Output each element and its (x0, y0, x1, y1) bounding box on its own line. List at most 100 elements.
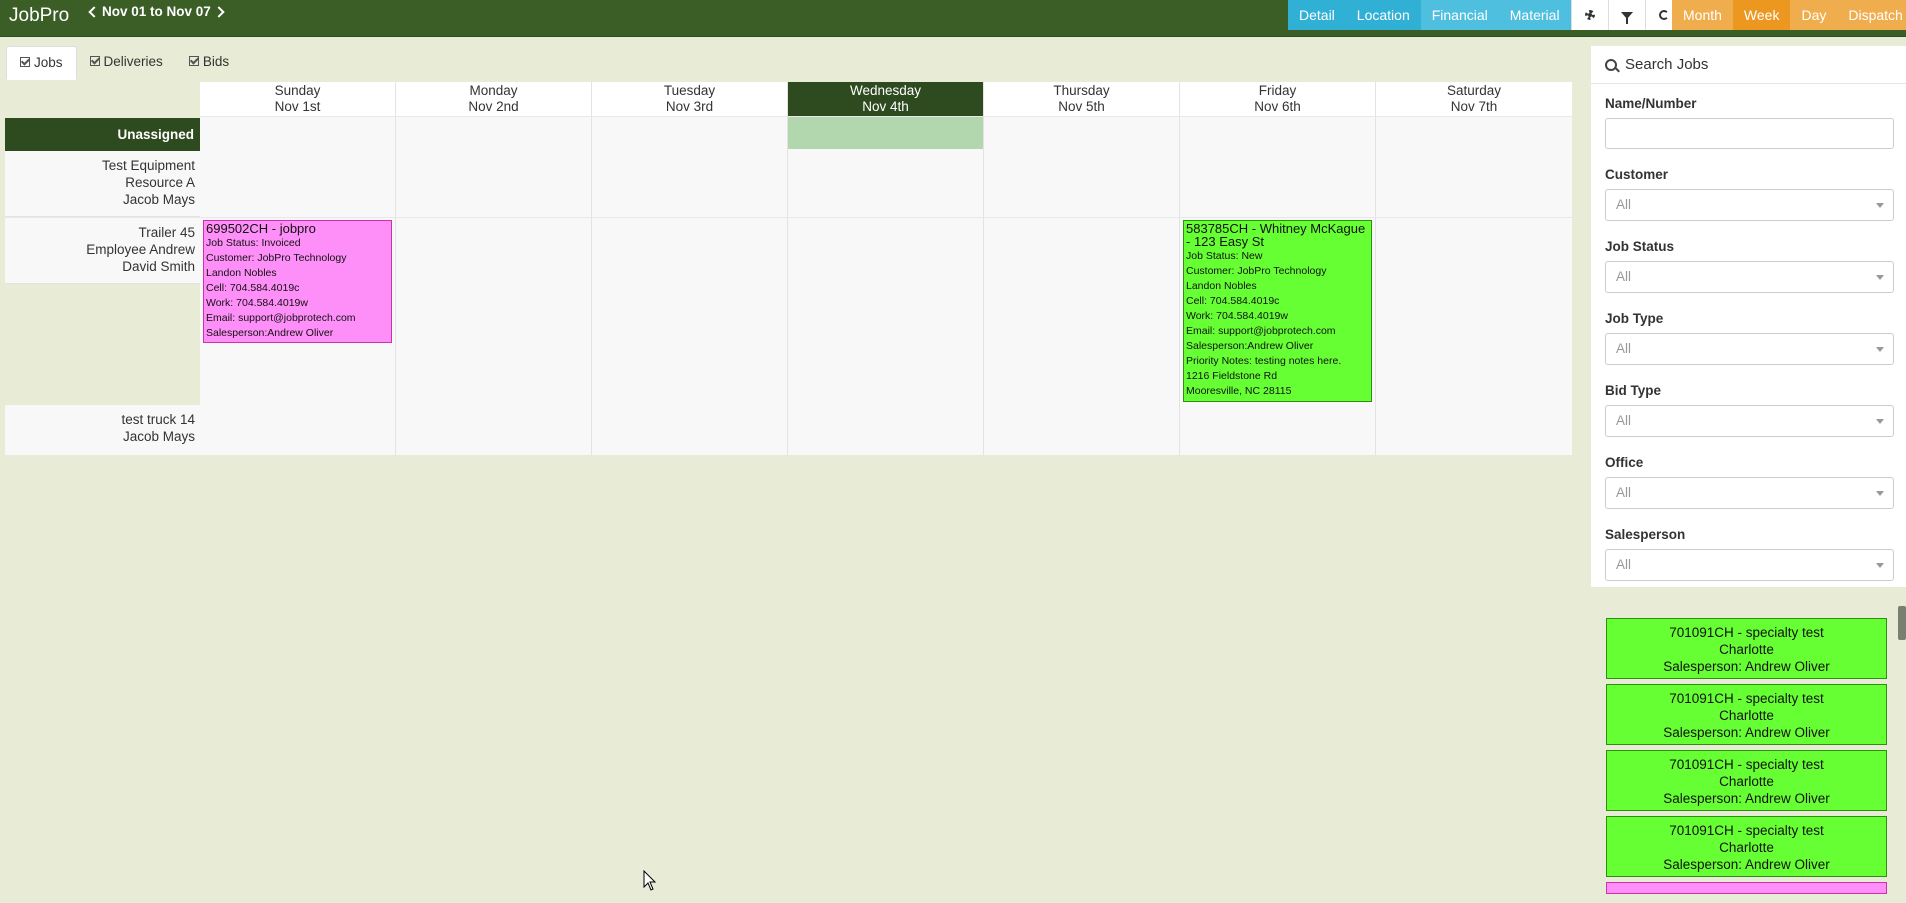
tab-jobs[interactable]: Jobs (6, 46, 77, 80)
day-cell[interactable] (1376, 117, 1572, 151)
month-button[interactable]: Month (1672, 0, 1733, 30)
date-range-nav[interactable]: Nov 01 to Nov 07 (88, 4, 225, 19)
brand-logo[interactable]: JobPro (9, 5, 69, 27)
material-button[interactable]: Material (1498, 0, 1571, 30)
week-calendar: Sunday Nov 1st Monday Nov 2nd Tuesday Nov 3… (5, 82, 1575, 455)
caret-down-icon (1876, 347, 1884, 352)
day-header-wednesday: Wednesday Nov 4th (788, 82, 984, 117)
dispatch-button[interactable]: Dispatch (1837, 0, 1906, 30)
refresh-icon (1658, 10, 1669, 20)
day-cell[interactable]: 583785CH - Whitney McKague - 123 Easy St… (1180, 218, 1376, 405)
day-cell[interactable] (396, 151, 592, 217)
bid-type-select[interactable]: All (1605, 405, 1894, 437)
gear-icon (1584, 10, 1595, 20)
unassigned-job-card[interactable]: 701091CH - specialty test Charlotte Salesp… (1606, 618, 1887, 679)
detail-button[interactable]: Detail (1288, 0, 1346, 30)
day-cell[interactable] (788, 218, 984, 405)
day-cell[interactable] (200, 405, 396, 455)
day-cell[interactable] (1376, 405, 1572, 455)
day-cell[interactable] (592, 218, 788, 405)
day-cell[interactable] (592, 405, 788, 455)
caret-down-icon (1876, 275, 1884, 280)
day-cell[interactable] (788, 405, 984, 455)
unassigned-job-card[interactable]: 701091CH - specialty test Charlotte Salesp… (1606, 750, 1887, 811)
caret-down-icon (1876, 419, 1884, 424)
page-scrollbar-thumb[interactable] (1898, 606, 1906, 640)
tab-bids[interactable]: Bids (176, 46, 242, 80)
day-cell[interactable] (984, 117, 1180, 151)
mouse-cursor-icon (643, 870, 657, 891)
day-cell[interactable] (592, 151, 788, 217)
name-number-input[interactable] (1605, 118, 1894, 149)
day-header-thursday: Thursday Nov 5th (984, 82, 1180, 117)
day-cell[interactable] (788, 151, 984, 217)
unassigned-job-card[interactable]: 701091CH - specialty test Charlotte Salesp… (1606, 816, 1887, 877)
day-cell[interactable]: 699502CH - jobpro Job Status: Invoiced Cu… (200, 218, 396, 405)
day-cell[interactable] (984, 218, 1180, 405)
day-header-tuesday: Tuesday Nov 3rd (592, 82, 788, 117)
job-status-label: Job Status (1605, 239, 1675, 254)
day-cell[interactable] (1180, 117, 1376, 151)
location-button[interactable]: Location (1345, 0, 1421, 30)
office-select[interactable]: All (1605, 477, 1894, 509)
customer-label: Customer (1605, 167, 1669, 182)
office-label: Office (1605, 455, 1644, 470)
job-status-select[interactable]: All (1605, 261, 1894, 293)
day-cell[interactable] (200, 117, 396, 151)
day-cell[interactable] (1180, 405, 1376, 455)
job-card-699502CH[interactable]: 699502CH - jobpro Job Status: Invoiced Cu… (203, 220, 392, 343)
resource-row: Test Equipment Resource A Jacob Mays (5, 151, 1575, 218)
date-range-label: Nov 01 to Nov 07 (102, 4, 211, 19)
day-cell[interactable] (396, 405, 592, 455)
job-type-select[interactable]: All (1605, 333, 1894, 365)
row-label-trailer-45: Trailer 45 Employee Andrew David Smith (5, 218, 200, 284)
day-cell[interactable] (1376, 151, 1572, 217)
financial-button[interactable]: Financial (1420, 0, 1499, 30)
unassigned-job-card-partial[interactable] (1606, 882, 1887, 894)
chevron-left-icon[interactable] (88, 5, 100, 18)
salesperson-select[interactable]: All (1605, 549, 1894, 581)
filter-icon (1620, 11, 1633, 24)
header-spacer (5, 82, 200, 117)
caret-down-icon (1876, 491, 1884, 496)
checkbox-icon (89, 56, 100, 66)
schedule-tabs: Jobs Deliveries Bids (6, 46, 242, 80)
day-header-sunday: Sunday Nov 1st (200, 82, 396, 117)
day-cell[interactable] (592, 117, 788, 151)
caret-down-icon (1876, 563, 1884, 568)
day-cell[interactable] (1180, 151, 1376, 217)
customer-select[interactable]: All (1605, 189, 1894, 221)
settings-button[interactable] (1570, 0, 1608, 30)
unassigned-job-card[interactable]: 701091CH - specialty test Charlotte Salesp… (1606, 684, 1887, 745)
search-jobs-panel: Search Jobs Name/Number Customer All Job… (1591, 46, 1906, 587)
resource-row: test truck 14 Jacob Mays (5, 405, 1575, 455)
filter-button[interactable] (1607, 0, 1645, 30)
name-number-label: Name/Number (1605, 96, 1697, 111)
checkbox-icon (188, 56, 199, 66)
row-label-test-truck-14: test truck 14 Jacob Mays (5, 405, 200, 455)
day-cell[interactable] (984, 405, 1180, 455)
job-card-583785CH[interactable]: 583785CH - Whitney McKague - 123 Easy St… (1183, 220, 1372, 402)
chevron-right-icon[interactable] (213, 5, 225, 18)
week-button[interactable]: Week (1732, 0, 1791, 30)
day-cell[interactable] (1376, 218, 1572, 405)
checkbox-icon (20, 57, 30, 67)
day-header-saturday: Saturday Nov 7th (1376, 82, 1572, 117)
row-label-unassigned: Unassigned (5, 118, 200, 151)
day-cell[interactable] (200, 151, 396, 217)
tab-deliveries[interactable]: Deliveries (77, 46, 176, 80)
search-icon (1605, 58, 1617, 71)
day-cell[interactable] (396, 218, 592, 405)
today-highlight (788, 117, 983, 149)
job-type-label: Job Type (1605, 311, 1664, 326)
period-button-group: Month Week Day Dispatch (1672, 0, 1906, 30)
day-cell[interactable] (984, 151, 1180, 217)
day-cell-today[interactable] (788, 117, 984, 151)
caret-down-icon (1876, 203, 1884, 208)
day-cell[interactable] (396, 117, 592, 151)
day-button[interactable]: Day (1790, 0, 1838, 30)
bid-type-label: Bid Type (1605, 383, 1662, 398)
view-button-group: Detail Location Financial Material (1288, 0, 1682, 30)
search-jobs-header: Search Jobs (1591, 46, 1906, 84)
salesperson-label: Salesperson (1605, 527, 1686, 542)
